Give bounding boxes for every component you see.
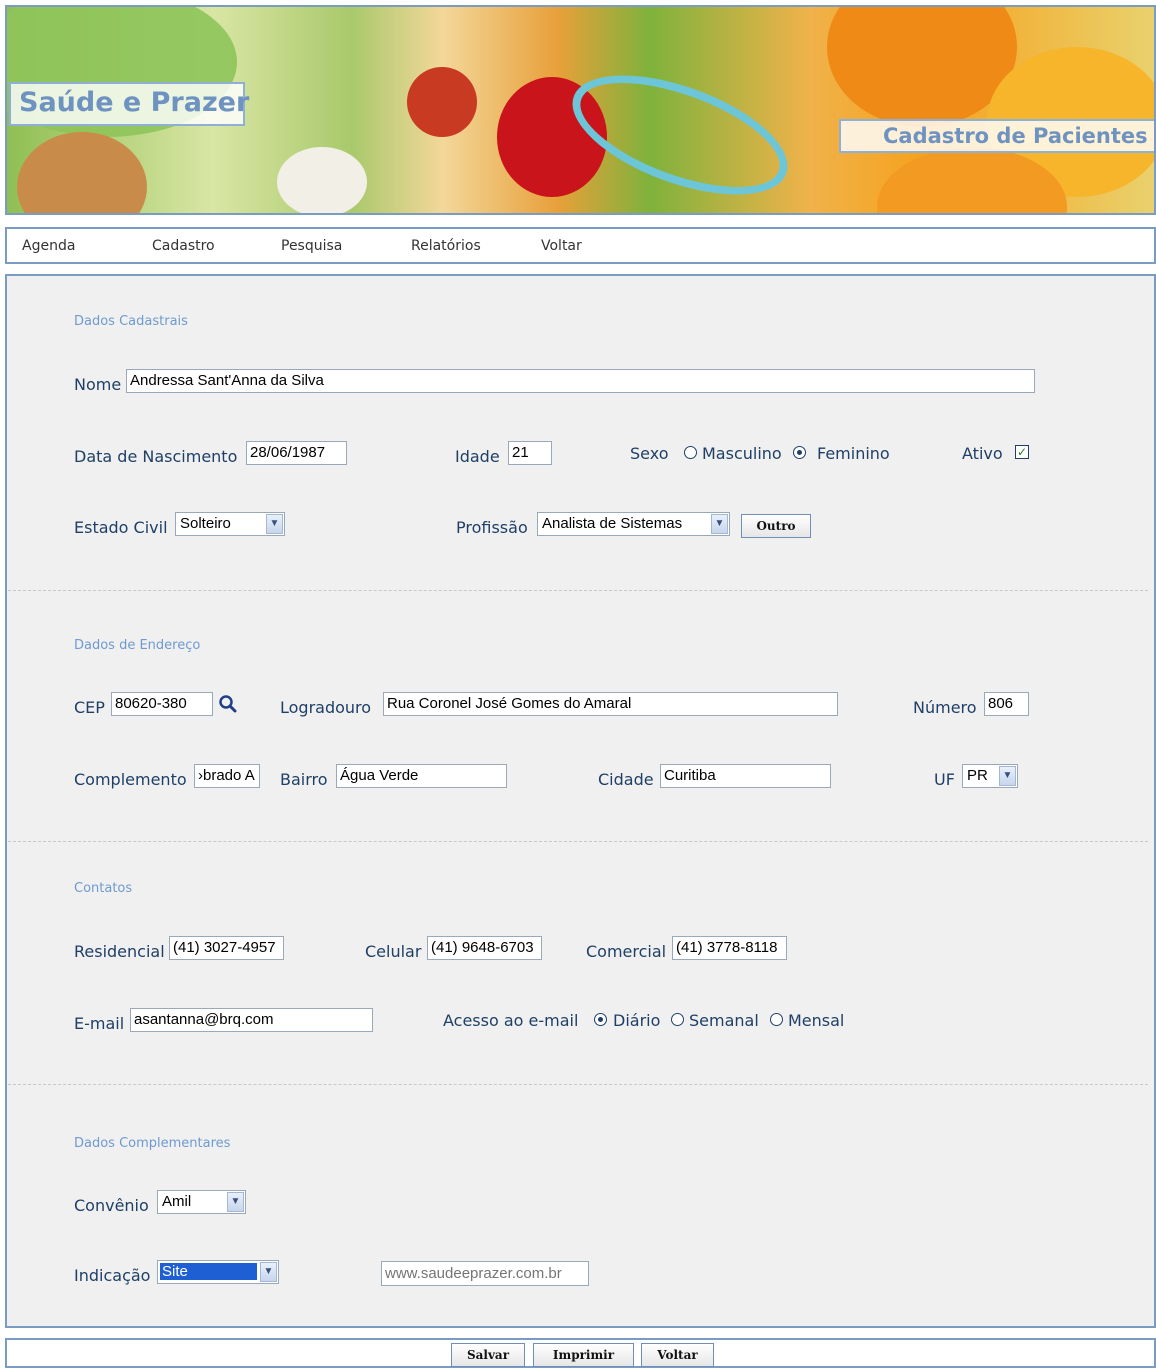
back-button[interactable]: Voltar [641, 1343, 714, 1367]
email-access-radio-monthly[interactable] [770, 1013, 783, 1026]
active-checkbox[interactable]: ✓ [1015, 445, 1029, 459]
chevron-down-icon[interactable]: ▼ [266, 514, 283, 534]
district-field[interactable]: Água Verde [336, 764, 507, 788]
section-divider [8, 1084, 1148, 1085]
civil-status-select[interactable]: Solteiro ▼ [175, 512, 285, 536]
uf-select[interactable]: PR ▼ [962, 764, 1018, 788]
email-field[interactable]: asantanna@brq.com [130, 1008, 373, 1032]
sex-radio-male[interactable] [684, 446, 697, 459]
birth-date-field[interactable]: 28/06/1987 [246, 441, 347, 465]
home-phone-field[interactable]: (41) 3027-4957 [169, 936, 284, 960]
insurance-value: Amil [162, 1193, 192, 1210]
print-button[interactable]: Imprimir [533, 1343, 634, 1367]
referral-label: Indicação [74, 1266, 151, 1285]
menu-item-pesquisa[interactable]: Pesquisa [281, 238, 342, 254]
referral-site-field[interactable] [381, 1261, 589, 1286]
email-access-daily-label: Diário [613, 1011, 661, 1030]
cep-label: CEP [74, 698, 105, 717]
active-label: Ativo [962, 444, 1003, 463]
birth-date-label: Data de Nascimento [74, 447, 238, 466]
profession-value: Analista de Sistemas [542, 515, 683, 532]
mobile-phone-field[interactable]: (41) 9648-6703 [427, 936, 542, 960]
email-access-radio-daily[interactable] [594, 1013, 607, 1026]
email-access-radio-weekly[interactable] [671, 1013, 684, 1026]
cep-field[interactable]: 80620-380 [111, 692, 213, 716]
home-phone-label: Residencial [74, 942, 165, 961]
profession-label: Profissão [456, 518, 528, 537]
onion-graphic [17, 132, 147, 213]
insurance-label: Convênio [74, 1196, 149, 1215]
sex-radio-female[interactable] [793, 446, 806, 459]
city-label: Cidade [598, 770, 654, 789]
referral-value: Site [160, 1263, 257, 1280]
other-profession-button[interactable]: Outro [741, 514, 811, 538]
street-field[interactable]: Rua Coronel José Gomes do Amaral [383, 692, 838, 716]
email-access-label: Acesso ao e-mail [443, 1011, 579, 1030]
tape-graphic [557, 51, 803, 213]
street-label: Logradouro [280, 698, 372, 717]
sex-option-male-label: Masculino [702, 444, 782, 463]
page-title: Cadastro de Pacientes [839, 119, 1154, 153]
age-label: Idade [455, 447, 500, 466]
civil-status-value: Solteiro [180, 515, 231, 532]
complement-label: Complemento [74, 770, 187, 789]
name-label: Nome [74, 375, 122, 394]
menu-item-voltar[interactable]: Voltar [541, 238, 582, 254]
header-banner: Saúde e Prazer Cadastro de Pacientes [5, 5, 1156, 215]
uf-label: UF [934, 770, 955, 789]
section-divider [8, 590, 1148, 591]
city-field[interactable]: Curitiba [660, 764, 831, 788]
email-label: E-mail [74, 1014, 125, 1033]
sex-option-female-label: Feminino [817, 444, 890, 463]
section-title-extra: Dados Complementares [74, 1136, 231, 1151]
insurance-select[interactable]: Amil ▼ [157, 1190, 246, 1214]
complement-field[interactable]: ›brado A [194, 764, 260, 788]
save-button[interactable]: Salvar [451, 1343, 525, 1367]
chevron-down-icon[interactable]: ▼ [260, 1262, 277, 1282]
section-title-contacts: Contatos [74, 881, 133, 896]
work-phone-field[interactable]: (41) 3778-8118 [672, 936, 787, 960]
menu-item-cadastro[interactable]: Cadastro [152, 238, 215, 254]
mobile-phone-label: Celular [365, 942, 422, 961]
garlic-graphic [277, 147, 367, 213]
number-label: Número [913, 698, 977, 717]
email-access-monthly-label: Mensal [788, 1011, 845, 1030]
referral-select[interactable]: Site ▼ [157, 1260, 279, 1284]
age-field[interactable]: 21 [508, 441, 552, 465]
section-divider [8, 841, 1148, 842]
work-phone-label: Comercial [586, 942, 667, 961]
section-title-address: Dados de Endereço [74, 638, 201, 653]
uf-value: PR [967, 767, 988, 784]
form-panel [5, 274, 1156, 1328]
district-label: Bairro [280, 770, 328, 789]
search-icon[interactable] [218, 694, 238, 714]
menu-item-relatorios[interactable]: Relatórios [411, 238, 481, 254]
chevron-down-icon[interactable]: ▼ [711, 514, 728, 534]
sex-label: Sexo [630, 444, 669, 463]
number-field[interactable]: 806 [984, 692, 1029, 716]
profession-select[interactable]: Analista de Sistemas ▼ [537, 512, 730, 536]
civil-status-label: Estado Civil [74, 518, 168, 537]
chevron-down-icon[interactable]: ▼ [999, 766, 1016, 786]
tomato-graphic [407, 67, 477, 137]
main-menu: Agenda Cadastro Pesquisa Relatórios Volt… [5, 227, 1156, 264]
menu-item-agenda[interactable]: Agenda [22, 238, 75, 254]
section-title-personal: Dados Cadastrais [74, 314, 188, 329]
chevron-down-icon[interactable]: ▼ [227, 1192, 244, 1212]
brand-title: Saúde e Prazer [9, 82, 249, 126]
name-field[interactable]: Andressa Sant'Anna da Silva [126, 369, 1035, 393]
email-access-weekly-label: Semanal [689, 1011, 759, 1030]
